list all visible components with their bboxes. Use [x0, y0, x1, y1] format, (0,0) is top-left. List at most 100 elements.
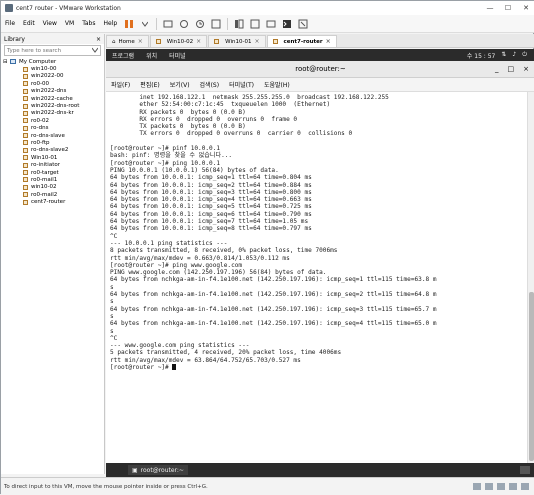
terminal-app-menu[interactable]: 터미널 — [163, 51, 192, 60]
thumbnail-view-icon[interactable] — [249, 18, 261, 30]
toolbar-divider — [227, 17, 229, 30]
snapshot-icon[interactable] — [178, 18, 190, 30]
tree-item-vm[interactable]: win10-00 — [3, 65, 104, 72]
library-view-icon[interactable] — [233, 18, 245, 30]
tree-item-label: win2022-dns-root — [31, 103, 80, 110]
pause-icon[interactable] — [123, 18, 135, 30]
chevron-down-icon[interactable] — [91, 47, 99, 55]
terminal-line: 64 bytes from 10.0.0.1: icmp_seq=1 ttl=6… — [110, 174, 312, 182]
tree-item-vm[interactable]: ro-dns-slave2 — [3, 147, 104, 154]
close-tab-icon[interactable]: × — [254, 38, 259, 45]
terminal-line: 64 bytes from 10.0.0.1: icmp_seq=8 ttl=6… — [110, 225, 312, 233]
tree-item-label: ro0-00 — [31, 80, 49, 87]
menu-edit[interactable]: Edit — [19, 20, 39, 27]
terminal-scrollbar[interactable] — [527, 92, 534, 463]
status-text: To direct input to this VM, move the mou… — [4, 483, 208, 490]
tree-item-vm[interactable]: win10-02 — [3, 184, 104, 191]
home-icon: ⌂ — [112, 38, 116, 45]
library-header: Library × — [1, 34, 104, 44]
tree-item-vm[interactable]: ro-dns — [3, 125, 104, 132]
tab-win10-01[interactable]: Win10-01 × — [208, 35, 266, 47]
terminal-line: RX packets 0 bytes 0 (0.0 B) — [110, 108, 246, 116]
tree-item-label: ro0-mail1 — [31, 176, 58, 183]
hard-disk-icon[interactable] — [473, 483, 481, 490]
tree-item-vm[interactable]: Win10-01 — [3, 154, 104, 161]
usb-icon[interactable] — [509, 483, 517, 490]
library-search-input[interactable] — [7, 47, 92, 54]
maximize-button[interactable]: ☐ — [499, 1, 517, 15]
terminal-line: s — [110, 312, 114, 320]
close-library-button[interactable]: × — [96, 36, 101, 43]
cd-drive-icon[interactable] — [485, 483, 493, 490]
send-ctrl-alt-del-icon[interactable] — [162, 18, 174, 30]
tree-item-vm[interactable]: ro-initiator — [3, 161, 104, 168]
network-adapter-icon[interactable] — [497, 483, 505, 490]
system-tray[interactable]: ⇅ ♪ ⏻ — [501, 51, 527, 59]
maximize-icon[interactable]: □ — [508, 65, 515, 73]
terminal-icon: ▣ — [132, 466, 138, 474]
taskbar-item-terminal[interactable]: ▣ root@router:~ — [128, 465, 188, 475]
terminal-line: 5 packets transmitted, 4 received, 20% p… — [110, 349, 342, 357]
console-view-icon[interactable] — [281, 18, 293, 30]
tree-item-vm[interactable]: ro0-ftp — [3, 139, 104, 146]
close-icon[interactable]: × — [523, 65, 529, 73]
terminal-menu-help[interactable]: 도움말(H) — [259, 80, 295, 89]
scrollbar-thumb[interactable] — [529, 292, 534, 461]
tree-item-vm[interactable]: win2022-dns-root — [3, 102, 104, 109]
tab-win10-02[interactable]: Win10-02 × — [149, 35, 208, 47]
manage-snapshots-icon[interactable] — [210, 18, 222, 30]
vm-icon — [214, 39, 220, 44]
terminal-menu-edit[interactable]: 편집(E) — [135, 80, 165, 89]
vm-icon — [23, 162, 28, 168]
tree-item-my-computer[interactable]: ⊟ My Computer — [3, 58, 104, 65]
tree-item-vm[interactable]: win2022-cache — [3, 95, 104, 102]
terminal-output[interactable]: inet 192.168.122.1 netmask 255.255.255.0… — [106, 92, 527, 463]
collapse-icon[interactable]: ⊟ — [3, 59, 10, 65]
tree-item-vm[interactable]: win2022-dns-kr — [3, 110, 104, 117]
device-icons — [473, 483, 529, 490]
vm-icon — [23, 103, 28, 109]
volume-icon: ♪ — [512, 51, 517, 58]
terminal-menu-search[interactable]: 검색(S) — [195, 80, 225, 89]
clock[interactable]: 수 15 : 57 — [467, 51, 496, 60]
title-bar: cent7 router - VMware Workstation — ☐ ✕ — [1, 1, 534, 15]
close-tab-icon[interactable]: × — [138, 38, 143, 45]
menu-view[interactable]: View — [39, 20, 61, 27]
tree-item-vm[interactable]: cent7-router — [3, 198, 104, 205]
tree-item-vm[interactable]: ro-dns-slave — [3, 132, 104, 139]
fullscreen-icon[interactable] — [265, 18, 277, 30]
menu-tabs[interactable]: Tabs — [78, 20, 99, 27]
terminal-menu-view[interactable]: 보기(V) — [165, 80, 195, 89]
menu-vm[interactable]: VM — [61, 20, 78, 27]
chevron-down-icon[interactable] — [139, 18, 151, 30]
close-tab-icon[interactable]: × — [326, 38, 331, 45]
tab-home[interactable]: ⌂ Home × — [106, 35, 149, 47]
revert-snapshot-icon[interactable] — [194, 18, 206, 30]
terminal-line: 64 bytes from 10.0.0.1: icmp_seq=5 ttl=6… — [110, 203, 312, 211]
menu-help[interactable]: Help — [100, 20, 122, 27]
sound-icon[interactable] — [521, 483, 529, 490]
tree-item-vm[interactable]: ro0-mail1 — [3, 176, 104, 183]
tab-cent7-router[interactable]: cent7-router × — [266, 35, 337, 47]
tree-item-vm[interactable]: win2022-dns — [3, 88, 104, 95]
tree-item-vm[interactable]: ro0-target — [3, 169, 104, 176]
terminal-line: [root@router ~]# — [110, 363, 524, 371]
tree-item-vm[interactable]: ro0-mail2 — [3, 191, 104, 198]
applications-menu[interactable]: 프로그램 — [106, 51, 140, 60]
close-tab-icon[interactable]: × — [196, 38, 201, 45]
terminal-menu-file[interactable]: 파일(F) — [106, 80, 135, 89]
menu-file[interactable]: File — [1, 20, 19, 27]
vm-icon — [23, 73, 28, 79]
workspace-switcher[interactable] — [520, 466, 530, 474]
close-window-button[interactable]: ✕ — [517, 1, 534, 15]
minimize-button[interactable]: — — [481, 1, 499, 15]
stretch-guest-icon[interactable] — [297, 18, 309, 30]
terminal-menu-terminal[interactable]: 터미널(T) — [224, 80, 259, 89]
tree-item-label: win2022-dns-kr — [31, 110, 74, 117]
tree-item-vm[interactable]: win2022-00 — [3, 73, 104, 80]
places-menu[interactable]: 위치 — [140, 51, 163, 60]
minimize-icon[interactable]: _ — [495, 65, 499, 73]
tree-item-vm[interactable]: ro0-00 — [3, 80, 104, 87]
tree-item-vm[interactable]: ro0-02 — [3, 117, 104, 124]
